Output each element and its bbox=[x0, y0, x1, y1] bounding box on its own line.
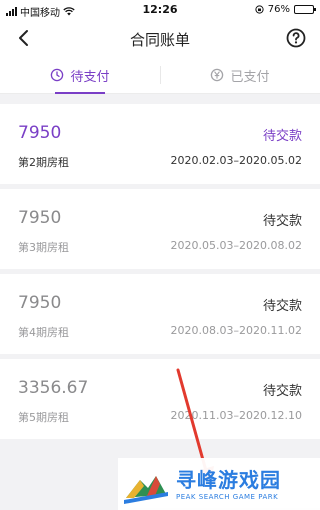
bill-amount: 7950 bbox=[18, 293, 62, 313]
status-bar: 中国移动 12:26 76% bbox=[0, 0, 320, 20]
tab-paid-label: 已支付 bbox=[230, 69, 270, 85]
bill-date-range: 2020.08.03–2020.11.02 bbox=[170, 324, 302, 337]
bill-status: 待交款 bbox=[262, 299, 302, 314]
bill-period: 第2期房租 bbox=[18, 156, 69, 169]
bill-amount: 3356.67 bbox=[18, 378, 89, 398]
bill-period: 第3期房租 bbox=[18, 241, 69, 254]
bill-status: 待交款 bbox=[262, 214, 302, 229]
watermark: 寻峰游戏园 PEAK SEARCH GAME PARK bbox=[118, 458, 320, 510]
mountain-logo-icon bbox=[124, 476, 168, 504]
tab-unpaid-label: 待支付 bbox=[70, 69, 110, 85]
bill-card[interactable]: 3356.67 待交款 第5期房租 2020.11.03–2020.12.10 bbox=[0, 359, 320, 439]
bill-date-range: 2020.02.03–2020.05.02 bbox=[170, 154, 302, 167]
watermark-title: 寻峰游戏园 bbox=[176, 468, 281, 492]
bill-status: 待交款 bbox=[262, 384, 302, 399]
bill-status: 待交款 bbox=[262, 129, 302, 144]
help-circle-icon[interactable] bbox=[284, 26, 308, 50]
page-title: 合同账单 bbox=[129, 31, 190, 49]
bill-date-range: 2020.11.03–2020.12.10 bbox=[170, 409, 302, 422]
bill-tabs: 待支付 已支付 bbox=[0, 56, 320, 94]
tab-unpaid[interactable]: 待支付 bbox=[0, 56, 160, 94]
orientation-lock-icon bbox=[255, 5, 264, 14]
bill-card[interactable]: 7950 待交款 第2期房租 2020.02.03–2020.05.02 bbox=[0, 104, 320, 184]
yen-icon bbox=[211, 68, 224, 82]
bill-amount: 7950 bbox=[18, 208, 62, 228]
nav-bar: 合同账单 bbox=[0, 20, 320, 56]
clock-icon bbox=[51, 68, 64, 82]
tab-paid[interactable]: 已支付 bbox=[160, 56, 320, 94]
status-right: 76% bbox=[255, 4, 316, 15]
bill-period: 第5期房租 bbox=[18, 411, 69, 424]
tab-active-indicator bbox=[55, 92, 105, 94]
bill-card[interactable]: 7950 待交款 第3期房租 2020.05.03–2020.08.02 bbox=[0, 189, 320, 269]
bill-card[interactable]: 7950 待交款 第4期房租 2020.08.03–2020.11.02 bbox=[0, 274, 320, 354]
battery-percent: 76% bbox=[267, 4, 290, 15]
watermark-subtitle: PEAK SEARCH GAME PARK bbox=[176, 493, 279, 501]
bill-date-range: 2020.05.03–2020.08.02 bbox=[170, 239, 302, 252]
battery-icon bbox=[294, 5, 316, 14]
bill-period: 第4期房租 bbox=[18, 326, 69, 339]
bill-amount: 7950 bbox=[18, 123, 62, 143]
